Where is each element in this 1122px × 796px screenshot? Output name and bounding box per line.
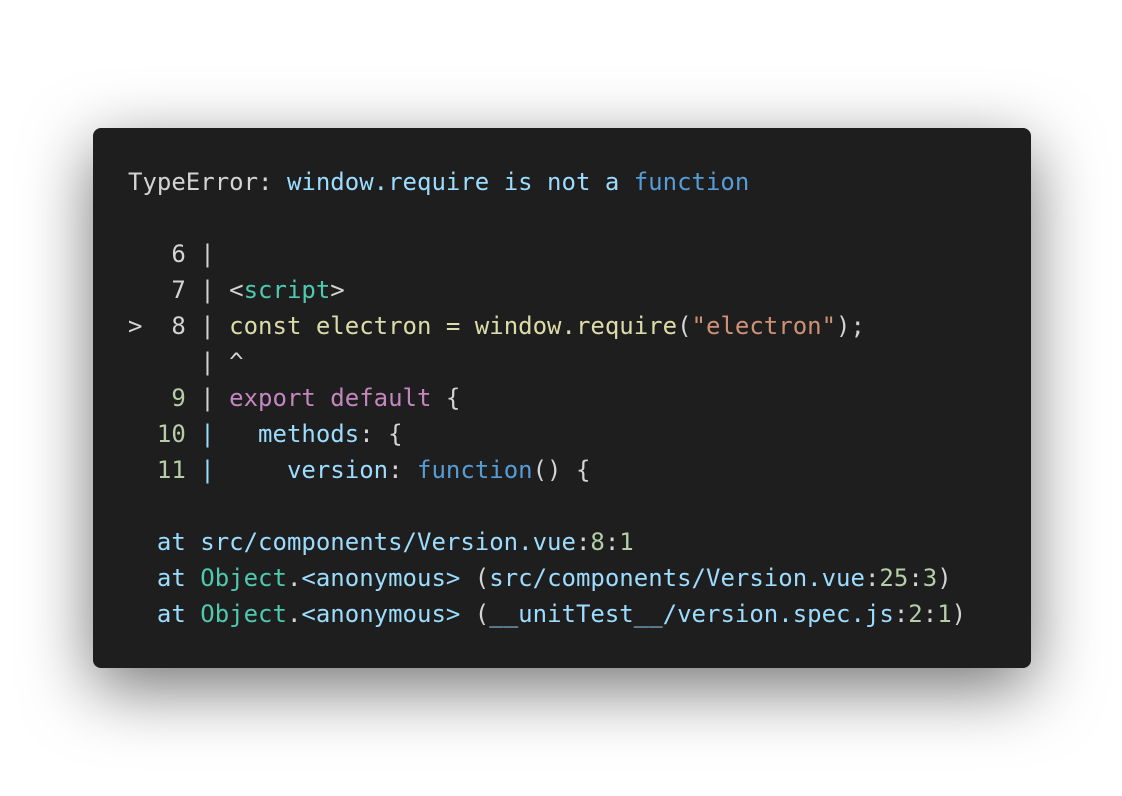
token-plain: > 8 | — [128, 312, 230, 340]
token-number: 8 — [590, 528, 605, 556]
token-number: 9 — [128, 384, 186, 412]
token-prop: version — [286, 456, 389, 484]
token-plain: ( — [460, 564, 490, 592]
token-plain: > — [330, 276, 345, 304]
token-plain: ) — [951, 600, 967, 628]
code-line: 7 | <script> — [128, 272, 996, 308]
token-prop: at — [128, 564, 201, 592]
token-prop: at — [128, 600, 201, 628]
token-number: 1 — [619, 528, 634, 556]
token-plain: : — [575, 528, 591, 556]
token-number: 3 — [922, 564, 938, 592]
token-number: 25 — [879, 564, 909, 592]
token-prop: at — [128, 528, 201, 556]
token-prop: methods — [258, 420, 360, 448]
code-line: at Object.<anonymous> (src/components/Ve… — [128, 560, 996, 596]
code-window: TypeError: window.require is not a funct… — [93, 128, 1031, 668]
code-line: 11 | version: function() { — [128, 452, 996, 488]
code-line: at Object.<anonymous> (__unitTest__/vers… — [128, 596, 996, 632]
token-plain: ( — [677, 312, 692, 340]
token-keyword: function — [633, 168, 750, 196]
token-func: const electron = window. — [229, 312, 576, 340]
token-prop: <anonymous> — [301, 564, 461, 592]
token-plain: : — [388, 456, 418, 484]
token-string: "electron" — [691, 312, 837, 340]
token-prop: | — [185, 420, 259, 448]
token-plain: : — [604, 528, 620, 556]
token-number: 1 — [937, 600, 952, 628]
token-plain: 6 | — [128, 240, 230, 268]
token-type: Object — [200, 600, 287, 628]
token-plain: | ^ — [128, 348, 244, 376]
code-line: at src/components/Version.vue:8:1 — [128, 524, 996, 560]
token-number: 11 — [128, 456, 186, 484]
token-plain: TypeError: — [128, 168, 287, 196]
token-control: export default — [229, 384, 432, 412]
error-output: TypeError: window.require is not a funct… — [128, 164, 996, 632]
token-plain: : — [922, 600, 938, 628]
code-line: | ^ — [128, 344, 996, 380]
token-plain: 7 | < — [128, 276, 244, 304]
token-prop: window.require is not a — [286, 168, 634, 196]
token-type: script — [243, 276, 331, 304]
token-number: 2 — [908, 600, 923, 628]
token-plain: ( — [460, 600, 490, 628]
token-plain: : — [893, 600, 909, 628]
code-line: > 8 | const electron = window.require("e… — [128, 308, 996, 344]
token-plain: () { — [532, 456, 591, 484]
token-plain: : — [908, 564, 923, 592]
token-plain: ); — [836, 312, 865, 340]
code-line: 6 | — [128, 236, 996, 272]
token-func: require — [575, 312, 678, 340]
token-plain: : { — [359, 420, 403, 448]
token-plain: ) — [937, 564, 952, 592]
token-prop: __unitTest__/version.spec.js — [489, 600, 894, 628]
code-line: 9 | export default { — [128, 380, 996, 416]
token-plain: | — [185, 384, 230, 412]
token-plain: . — [286, 600, 302, 628]
error-message: TypeError: window.require is not a funct… — [128, 164, 996, 200]
token-number: 10 — [128, 420, 186, 448]
token-keyword: function — [417, 456, 533, 484]
token-type: Object — [200, 564, 287, 592]
token-prop: src/components/Version.vue — [489, 564, 865, 592]
code-line: 10 | methods: { — [128, 416, 996, 452]
token-prop: src/components/Version.vue — [200, 528, 576, 556]
token-prop: | — [185, 456, 287, 484]
token-prop: <anonymous> — [301, 600, 461, 628]
token-plain: { — [431, 384, 461, 412]
token-plain: : — [864, 564, 880, 592]
token-plain: . — [286, 564, 302, 592]
